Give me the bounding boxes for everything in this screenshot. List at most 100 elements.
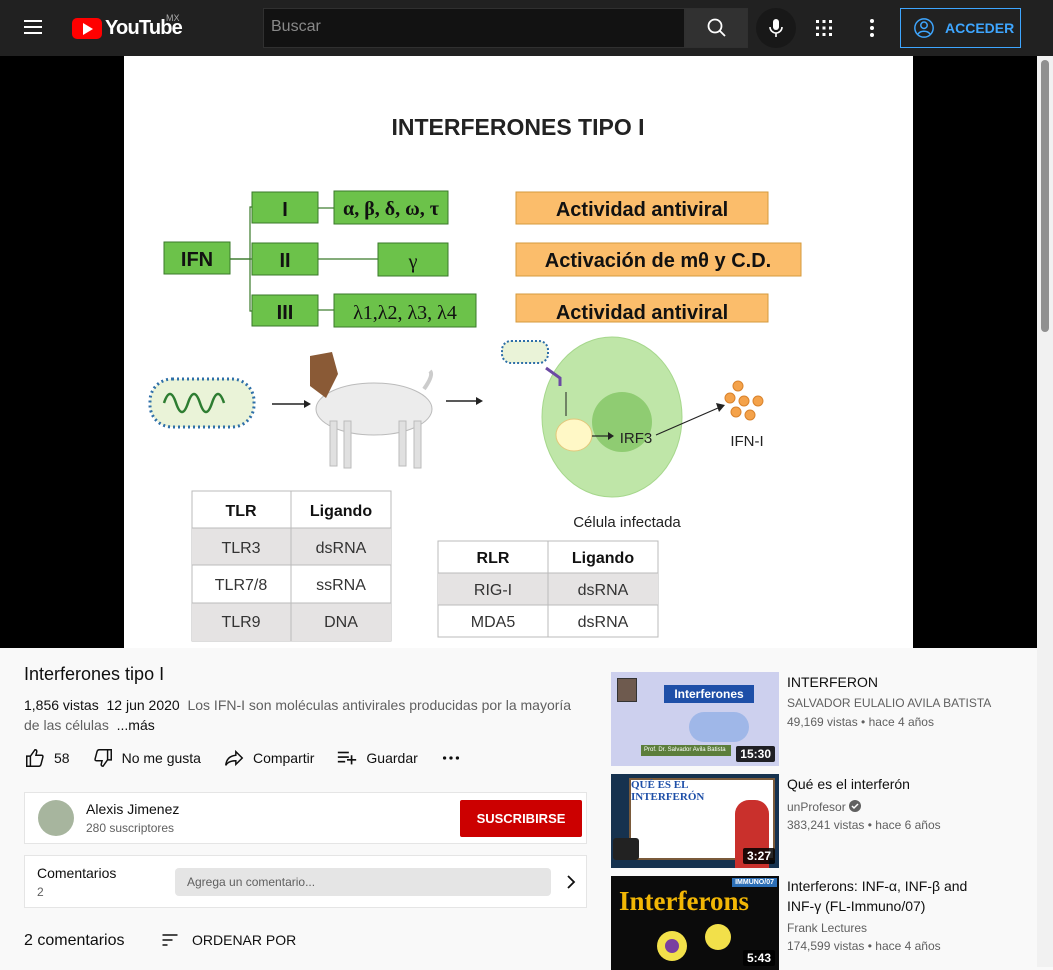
- slide-diagram: INTERFERONES TIPO I IFN I α, β, δ, ω, τ …: [148, 114, 802, 642]
- thumbnail-cell: [705, 924, 731, 950]
- type-iii-label: III: [277, 302, 294, 324]
- recommended-age: hace 4 años: [868, 715, 934, 729]
- rlr-cell: RIG-I: [474, 582, 512, 599]
- type-ii-function: Activación de mθ y C.D.: [545, 250, 771, 272]
- sort-button[interactable]: ORDENAR POR: [160, 930, 296, 950]
- type-i-function: Actividad antiviral: [556, 199, 728, 221]
- tlr-table: TLR Ligando TLR3 dsRNA TLR7/8 ssRNA TLR9…: [191, 490, 392, 642]
- video-duration: 3:27: [742, 848, 775, 864]
- type-iii-members: λ1,λ2, λ3, λ4: [353, 302, 457, 324]
- thumbs-up-icon: [26, 749, 44, 767]
- account-icon: [914, 18, 934, 38]
- show-more-link[interactable]: ...más: [117, 717, 155, 733]
- rlr-ligand-cell: dsRNA: [578, 582, 629, 599]
- video-thumbnail[interactable]: QUÉ ES EL INTERFERÓN 3:27: [611, 774, 779, 868]
- recommended-video[interactable]: Interferones Prof. Dr. Salvador Avila Ba…: [611, 672, 1031, 766]
- action-bar: 58 No me gusta Compartir Guardar: [24, 745, 492, 771]
- save-button[interactable]: Guardar: [336, 747, 418, 769]
- search-button[interactable]: [685, 8, 748, 48]
- video-thumbnail[interactable]: IMMUNO/07 Interferons 5:43: [611, 876, 779, 970]
- recommended-video[interactable]: QUÉ ES EL INTERFERÓN 3:27 Qué es el inte…: [611, 774, 1031, 868]
- apps-icon[interactable]: [814, 18, 834, 38]
- thumbnail-cell-nucleus: [665, 939, 679, 953]
- youtube-logo[interactable]: YouTube MX: [72, 13, 183, 40]
- recommended-channel[interactable]: unProfesor: [787, 800, 862, 814]
- comments-panel[interactable]: Comentarios 2 Agrega un comentario...: [24, 855, 587, 908]
- type-ii-label: II: [279, 250, 290, 272]
- menu-icon[interactable]: [24, 16, 48, 40]
- slide-title: INTERFERONES TIPO I: [391, 114, 644, 140]
- recommended-channel[interactable]: Frank Lectures: [787, 921, 867, 935]
- dislike-button[interactable]: No me gusta: [92, 747, 201, 769]
- like-count: 58: [54, 750, 70, 766]
- thumbnail-title: QUÉ ES EL INTERFERÓN: [631, 779, 705, 803]
- thumbnail-portrait: [617, 678, 637, 702]
- recommended-meta: 49,169 vistas • hace 4 años: [787, 715, 934, 729]
- tlr-cell: TLR3: [221, 540, 260, 557]
- cell-label: Célula infectada: [573, 514, 681, 531]
- view-count: 1,856 vistas: [24, 697, 99, 713]
- share-button[interactable]: Compartir: [223, 747, 314, 769]
- like-button[interactable]: 58: [24, 747, 70, 769]
- signin-label: ACCEDER: [945, 20, 1015, 36]
- recommended-channel[interactable]: SALVADOR EULALIO AVILA BATISTA: [787, 696, 991, 710]
- type-i-members: α, β, δ, ω, τ: [343, 198, 439, 220]
- thumbs-down-icon: [93, 749, 112, 767]
- thumbnail-title: Interferones: [664, 685, 754, 703]
- thumbnail-title: Interferons: [619, 886, 749, 916]
- tlr-ligand-cell: ssRNA: [316, 577, 366, 594]
- ifn-molecules: [724, 380, 764, 421]
- more-actions-button[interactable]: [440, 747, 470, 769]
- recommended-meta: 383,241 vistas • hace 6 años: [787, 818, 941, 832]
- comments-title: Comentarios: [37, 865, 117, 881]
- subscribe-button[interactable]: SUSCRIBIRSE: [460, 800, 582, 837]
- recommended-video[interactable]: IMMUNO/07 Interferons 5:43 Interferons: …: [611, 876, 1031, 970]
- tlr-ligand-cell: DNA: [324, 614, 358, 631]
- recommended-title[interactable]: Qué es el interferón: [787, 774, 977, 794]
- scrollbar-thumb[interactable]: [1041, 60, 1049, 332]
- video-description[interactable]: 1,856 vistas 12 jun 2020 Los IFN-I son m…: [24, 695, 584, 735]
- thumbnail-author: Prof. Dr. Salvador Avila Batista: [641, 745, 731, 756]
- playlist-add-icon: [338, 751, 357, 765]
- video-title: Interferones tipo I: [24, 664, 165, 684]
- share-label: Compartir: [252, 750, 315, 766]
- video-duration: 5:43: [742, 950, 775, 966]
- signin-button[interactable]: ACCEDER: [900, 8, 1021, 48]
- recommended-views: 174,599 vistas: [787, 939, 865, 953]
- channel-card: Alexis Jimenez 280 suscriptores SUSCRIBI…: [24, 792, 587, 844]
- irf3-label: IRF3: [620, 430, 653, 447]
- thumbnail-camera-logo: [613, 838, 639, 860]
- share-icon: [224, 749, 244, 767]
- recommended-title[interactable]: Interferons: INF-α, INF-β and INF-γ (FL-…: [787, 876, 977, 916]
- video-duration: 15:30: [736, 746, 775, 762]
- video-thumbnail[interactable]: Interferones Prof. Dr. Salvador Avila Ba…: [611, 672, 779, 766]
- tlr-cell: TLR9: [221, 614, 260, 631]
- channel-name[interactable]: Alexis Jimenez: [86, 801, 179, 817]
- type-iii-function: Actividad antiviral: [556, 302, 728, 324]
- rlr-table: RLR Ligando RIG-I dsRNA MDA5 dsRNA: [437, 540, 659, 638]
- subscriber-count: 280 suscriptores: [86, 821, 175, 835]
- infected-cell-illustration: [501, 336, 725, 498]
- tlr-header: TLR: [225, 503, 257, 520]
- voice-search-button[interactable]: [756, 8, 796, 48]
- ifn1-label: IFN-I: [730, 433, 763, 450]
- tlr-ligand-header: Ligando: [310, 503, 372, 520]
- rlr-header: RLR: [477, 550, 510, 567]
- channel-avatar[interactable]: [38, 800, 74, 836]
- sort-icon: [162, 934, 178, 946]
- logo-country-code: MX: [166, 13, 180, 23]
- goat-illustration: [310, 352, 434, 469]
- settings-more-icon[interactable]: [862, 18, 882, 38]
- comment-input[interactable]: Agrega un comentario...: [175, 868, 551, 896]
- upload-date: 12 jun 2020: [106, 697, 180, 713]
- recommended-title[interactable]: INTERFERON: [787, 672, 977, 692]
- video-player[interactable]: INTERFERONES TIPO I IFN I α, β, δ, ω, τ …: [0, 56, 1037, 648]
- chevron-right-icon[interactable]: [565, 874, 577, 890]
- tlr-ligand-cell: dsRNA: [316, 540, 367, 557]
- comments-count: 2: [37, 885, 44, 899]
- search-input[interactable]: Buscar: [263, 8, 685, 48]
- microphone-icon: [769, 19, 783, 37]
- rlr-ligand-cell: dsRNA: [578, 614, 629, 631]
- recommended-views: 49,169 vistas: [787, 715, 858, 729]
- youtube-play-icon: [72, 18, 102, 39]
